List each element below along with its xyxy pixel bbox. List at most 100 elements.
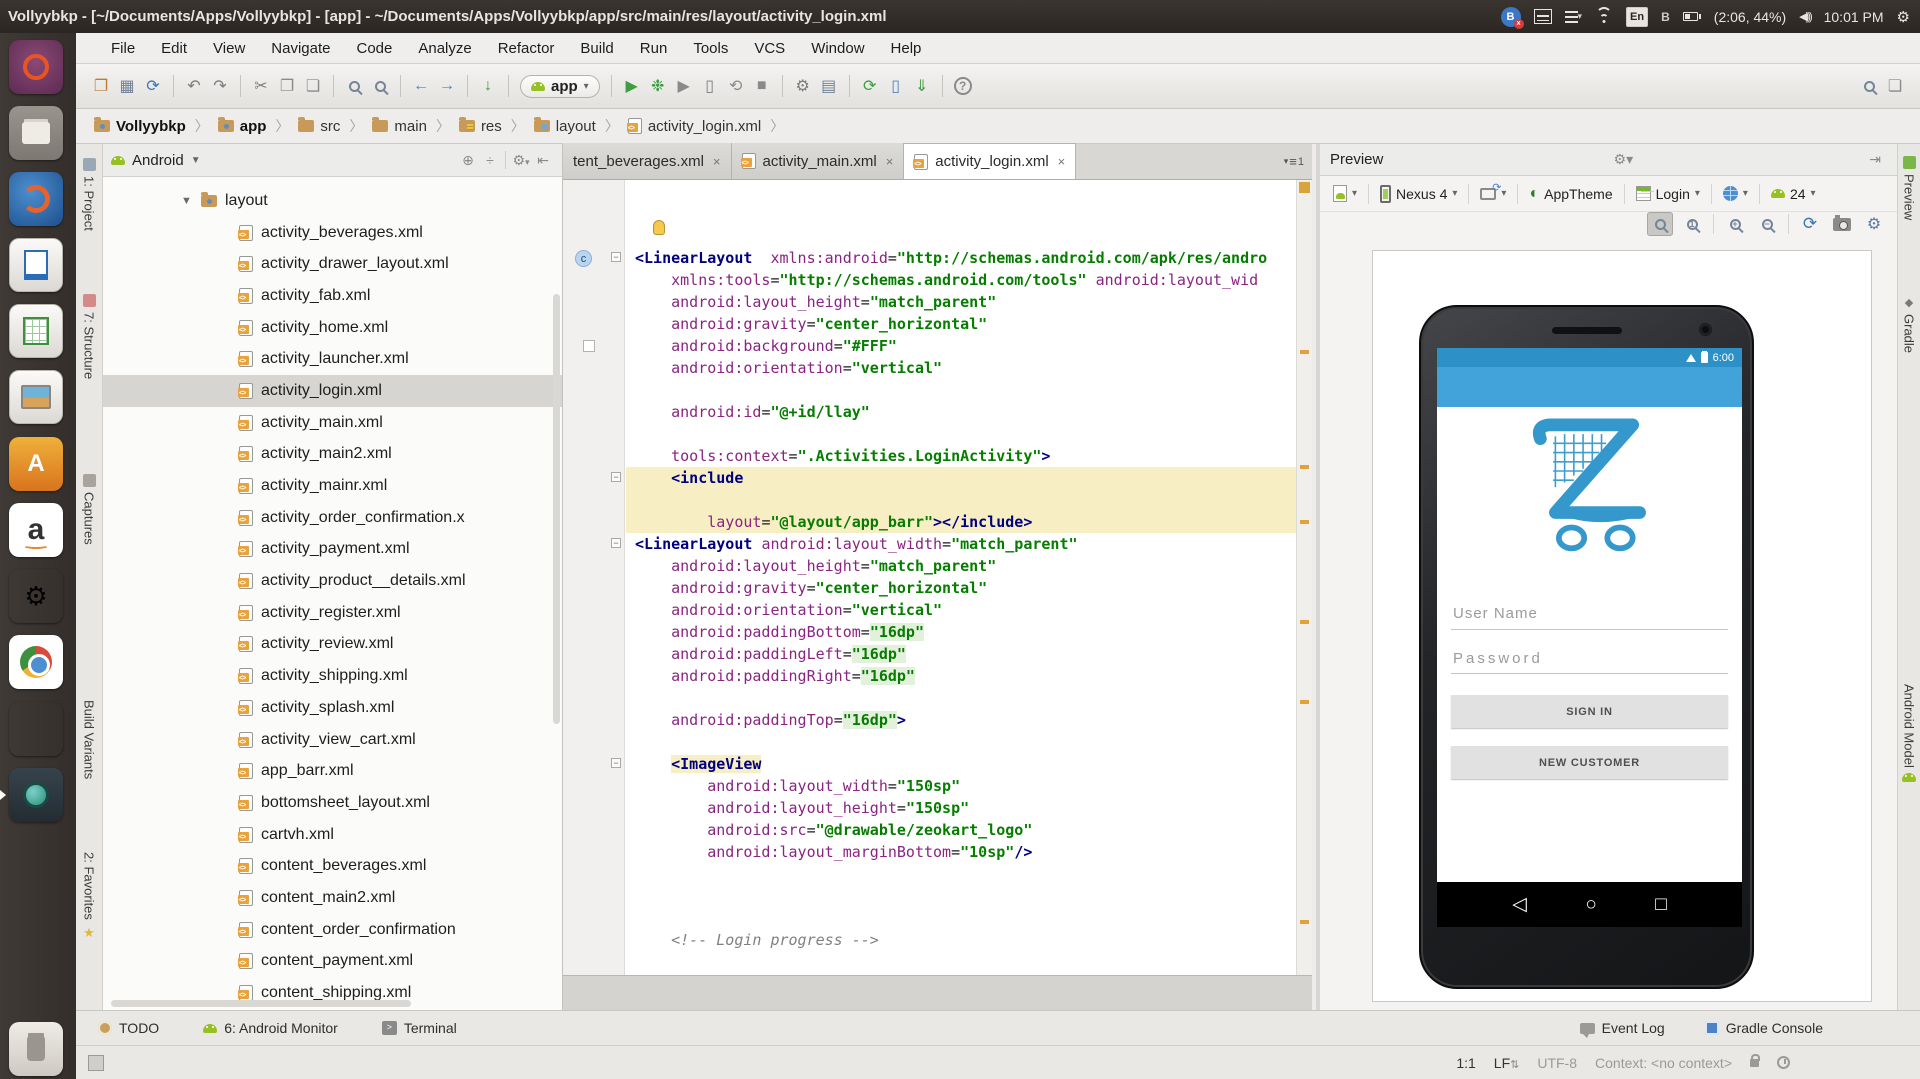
hide-panel-icon[interactable]: ⇤ [532,152,554,169]
android-studio-launcher-icon[interactable] [9,768,63,822]
configuration-selector[interactable]: ▾ [1328,183,1362,204]
breadcrumb-item-vollyybkp[interactable]: Vollyybkp [90,118,190,135]
screenshot-tool-launcher-icon[interactable] [9,702,63,756]
code-line[interactable]: android:paddingLeft="16dp" [635,643,1296,665]
api-level-selector[interactable]: 24▾ [1766,184,1821,204]
tree-item[interactable]: activity_fab.xml [103,280,562,312]
code-line[interactable]: <LinearLayout android:layout_width="matc… [635,533,1296,555]
editor-body[interactable]: c −−−− <LinearLayout xmlns:android="http… [563,180,1312,975]
warning-stripe-mark[interactable] [1300,520,1309,524]
settings-icon[interactable]: ⚙▾ [510,152,532,169]
phone-screen[interactable]: 6:00 [1437,348,1742,927]
code-line[interactable] [635,489,1296,511]
run-icon[interactable]: ▶ [619,73,645,99]
tree-item[interactable]: activity_shipping.xml [103,660,562,692]
design-surface[interactable]: 6:00 [1372,250,1872,1002]
warning-stripe-mark[interactable] [1300,700,1309,704]
code-line[interactable] [635,731,1296,753]
dock-icon[interactable]: ⇥ [1863,151,1887,168]
tree-item[interactable]: activity_mainr.xml [103,470,562,502]
gear-icon[interactable]: ⚙▾ [1608,151,1640,168]
orientation-selector[interactable]: ▾ [1475,186,1511,202]
menu-edit[interactable]: Edit [148,33,200,63]
code-line[interactable]: android:paddingBottom="16dp" [635,621,1296,643]
keyboard-layout[interactable]: En [1626,7,1648,27]
caret-position[interactable]: 1:1 [1456,1055,1475,1071]
tool-tab-captures[interactable]: Captures [76,474,102,545]
code-line[interactable] [635,423,1296,445]
preview-canvas[interactable]: 6:00 [1320,246,1897,1010]
project-view-selector[interactable]: Android ▼ [111,152,457,169]
session-menu-icon[interactable]: ⚙ [1897,7,1910,27]
code-line[interactable] [635,863,1296,885]
tool-windows-icon[interactable]: ❏ [1882,73,1908,99]
toolwindow-gradle-console[interactable]: Gradle Console [1705,1020,1823,1036]
cut-icon[interactable]: ✂ [248,73,274,99]
tree-item[interactable]: content_beverages.xml [103,850,562,882]
paste-icon[interactable]: ❏ [300,73,326,99]
username-field[interactable]: User Name [1453,605,1538,622]
menu-help[interactable]: Help [878,33,935,63]
tool-tab-build-variants[interactable]: Build Variants [76,700,102,779]
avd-manager-icon[interactable]: ▯ [883,73,909,99]
editor-tab-tent-beverages-xml[interactable]: tent_beverages.xml× [563,143,732,179]
editor-scrollbar[interactable] [1296,180,1312,975]
screenshot-icon[interactable] [1829,212,1855,236]
tree-item[interactable]: activity_home.xml [103,312,562,344]
window-titlebar[interactable]: Vollyybkp - [~/Documents/Apps/Vollyybkp]… [0,0,1920,33]
warning-stripe-mark[interactable] [1300,620,1309,624]
battery-icon[interactable] [1683,7,1701,27]
new-customer-button[interactable]: NEW CUSTOMER [1451,746,1728,779]
code-line[interactable]: android:gravity="center_horizontal" [635,313,1296,335]
copy-icon[interactable]: ❐ [274,73,300,99]
code-line[interactable]: tools:context=".Activities.LoginActivity… [635,445,1296,467]
tree-item[interactable]: content_order_confirmation [103,914,562,946]
run-configuration-selector[interactable]: app▾ [520,75,600,98]
tree-item[interactable]: content_main2.xml [103,882,562,914]
gradle-sync-icon[interactable]: ⟳ [857,73,883,99]
menu-navigate[interactable]: Navigate [258,33,343,63]
forward-icon[interactable]: → [434,73,460,99]
tool-tab-7-structure[interactable]: 7: Structure [76,294,102,379]
firefox-launcher-icon[interactable] [9,172,63,226]
ubuntu-dash-launcher-icon[interactable] [9,40,63,94]
clock[interactable]: 10:01 PM [1824,9,1884,25]
code-line[interactable]: <!-- Login progress --> [635,929,1296,951]
tree-item[interactable]: activity_beverages.xml [103,217,562,249]
fold-marker-icon[interactable]: − [611,472,621,482]
close-icon[interactable]: × [713,154,721,169]
tool-tab-1-project[interactable]: 1: Project [76,158,102,231]
breadcrumb-item-res[interactable]: res [455,118,506,135]
ide-settings-icon[interactable]: ⚙ [790,73,816,99]
restart-icon[interactable]: ⟲ [723,73,749,99]
code-line[interactable]: android:paddingRight="16dp" [635,665,1296,687]
tree-item[interactable]: activity_launcher.xml [103,343,562,375]
tree-item[interactable]: activity_product__details.xml [103,565,562,597]
save-all-icon[interactable]: ▦ [114,73,140,99]
chromium-launcher-icon[interactable] [9,635,63,689]
menu-view[interactable]: View [200,33,258,63]
locate-icon[interactable]: ⊕ [457,152,479,169]
tree-item[interactable]: cartvh.xml [103,819,562,851]
password-field[interactable]: Password [1453,650,1543,667]
tree-item[interactable]: activity_register.xml [103,597,562,629]
breadcrumb-item-layout[interactable]: layout [530,118,600,135]
code-line[interactable]: android:layout_marginBottom="10sp"/> [635,841,1296,863]
tree-item[interactable]: activity_view_cart.xml [103,724,562,756]
breadcrumb-item-activity-login-xml[interactable]: activity_login.xml [624,118,765,135]
back-icon[interactable]: ← [408,73,434,99]
zeokart-logo[interactable] [1517,411,1662,561]
amazon-launcher-icon[interactable]: a [9,503,63,557]
captures-launcher-icon[interactable] [9,370,63,424]
menu-run[interactable]: Run [627,33,681,63]
tree-item[interactable]: activity_main.xml [103,407,562,439]
tree-item[interactable]: app_barr.xml [103,755,562,787]
undo-icon[interactable]: ↶ [181,73,207,99]
code-line[interactable]: android:background="#FFF" [635,335,1296,357]
code-line[interactable]: android:orientation="vertical" [635,599,1296,621]
tool-window-switcher-icon[interactable] [88,1055,104,1071]
files-launcher-icon[interactable] [9,106,63,160]
find-icon[interactable] [341,73,367,99]
code-line[interactable] [635,907,1296,929]
breadcrumb-item-app[interactable]: app [214,118,271,135]
